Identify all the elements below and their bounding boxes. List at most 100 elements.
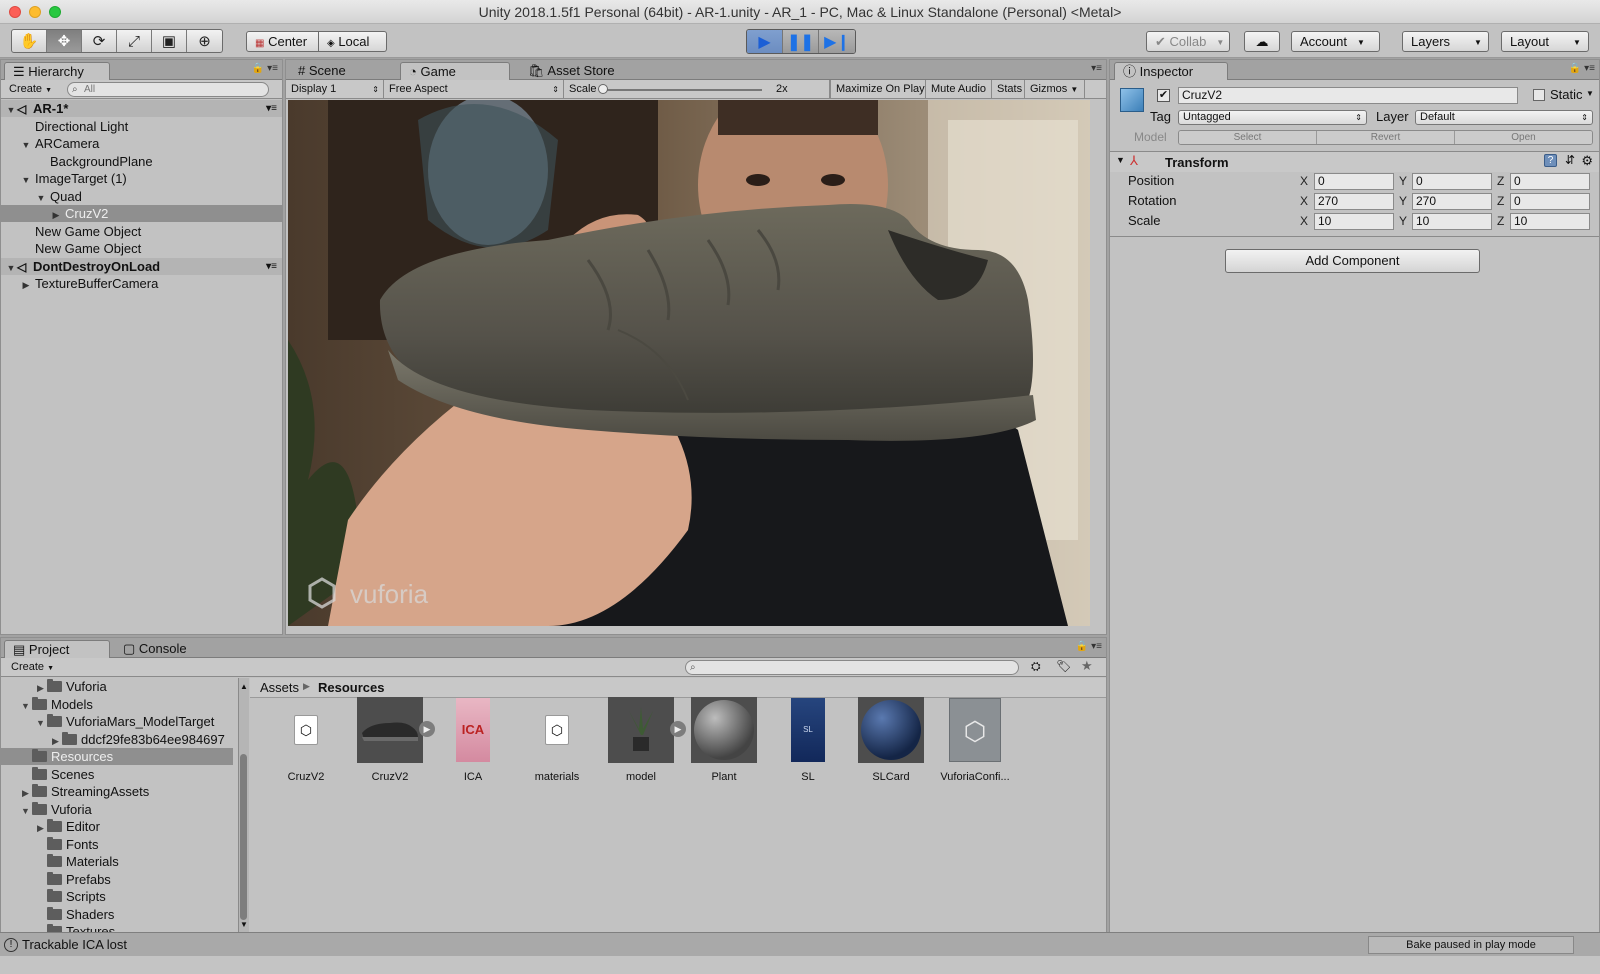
asset-tile[interactable]: SLCard xyxy=(850,697,932,783)
fold-triangle-icon[interactable]: ▼ xyxy=(5,102,17,119)
asset-tile[interactable]: ⬡ materials xyxy=(516,697,598,783)
expand-triangle-icon[interactable]: ▶ xyxy=(50,207,62,224)
scale-z-field[interactable]: 10 xyxy=(1510,213,1590,230)
fold-triangle-icon[interactable]: ▼ xyxy=(20,172,32,189)
active-checkbox[interactable]: ✔ xyxy=(1157,89,1170,102)
scale-slider-thumb[interactable] xyxy=(598,84,608,94)
project-folder-row[interactable]: Shaders xyxy=(1,906,233,923)
tab-hierarchy[interactable]: ☰ Hierarchy xyxy=(4,62,110,80)
project-folder-row[interactable]: Prefabs xyxy=(1,871,233,888)
hierarchy-scene-row[interactable]: ▼ ◁ DontDestroyOnLoad ▾≡ xyxy=(1,257,282,275)
project-folder-row[interactable]: Resources xyxy=(1,748,233,765)
cloud-button[interactable]: ☁ xyxy=(1244,31,1280,52)
play-button[interactable]: ▶ xyxy=(747,30,783,53)
breadcrumb-assets[interactable]: Assets xyxy=(260,680,299,695)
model-revert-button[interactable]: Revert xyxy=(1317,131,1455,144)
game-view-render[interactable]: vuforia xyxy=(288,100,1090,626)
filter-type-icon[interactable]: ⛭ xyxy=(1031,659,1041,674)
tag-icon[interactable]: 🏷 xyxy=(1056,659,1071,673)
scale-slider-track[interactable] xyxy=(602,89,762,91)
breadcrumb-resources[interactable]: Resources xyxy=(318,680,384,695)
tab-asset-store[interactable]: 🛍 Asset Store xyxy=(520,62,630,80)
position-z-field[interactable]: 0 xyxy=(1510,173,1590,190)
scroll-up-icon[interactable]: ▲ xyxy=(240,682,248,691)
hand-tool-button[interactable]: ✋ xyxy=(12,30,47,52)
project-folder-row[interactable]: Fonts xyxy=(1,836,233,853)
hierarchy-search-input[interactable]: ⌕ All xyxy=(67,82,269,97)
hierarchy-row[interactable]: BackgroundPlane xyxy=(1,153,282,170)
collab-dropdown[interactable]: ✔ Collab ▼ xyxy=(1146,31,1230,52)
tab-scene[interactable]: # Scene xyxy=(290,62,390,80)
transform-header[interactable]: ▼ ⅄ Transform ? ⇵ ⚙ xyxy=(1110,152,1599,172)
expand-triangle-icon[interactable]: ▶ xyxy=(19,785,32,802)
rotation-y-field[interactable]: 270 xyxy=(1412,193,1492,210)
model-select-button[interactable]: Select xyxy=(1179,131,1317,144)
hierarchy-row[interactable]: Directional Light xyxy=(1,118,282,135)
project-folder-row[interactable]: ▼ Vuforia xyxy=(1,801,233,818)
project-folder-row[interactable]: Scripts xyxy=(1,888,233,905)
scale-tool-button[interactable]: ⤢ xyxy=(117,30,152,52)
window-close-button[interactable] xyxy=(9,6,21,18)
position-y-field[interactable]: 0 xyxy=(1412,173,1492,190)
project-folder-row[interactable]: ▼ VuforiaMars_ModelTarget xyxy=(1,713,233,730)
window-minimize-button[interactable] xyxy=(29,6,41,18)
tree-scrollbar-thumb[interactable] xyxy=(240,754,247,920)
tree-scrollbar[interactable]: ▲ ▼ xyxy=(238,678,249,934)
transform-tool-button[interactable]: ⊕ xyxy=(187,30,222,52)
project-create-dropdown[interactable]: Create ▼ xyxy=(7,660,58,675)
static-checkbox[interactable] xyxy=(1533,89,1545,101)
fold-triangle-icon[interactable]: ▼ xyxy=(20,137,32,154)
asset-tile[interactable]: ⬡ CruzV2 xyxy=(265,697,347,783)
step-button[interactable]: ▶❙ xyxy=(819,30,855,53)
asset-tile[interactable]: ⬡ VuforiaConfi... xyxy=(934,697,1016,783)
expand-triangle-icon[interactable]: ▶ xyxy=(34,820,47,837)
tag-dropdown[interactable]: Untagged ⇕ xyxy=(1178,110,1367,125)
mute-audio-toggle[interactable]: Mute Audio xyxy=(926,80,992,99)
hierarchy-create-dropdown[interactable]: Create ▼ xyxy=(5,82,56,97)
asset-tile[interactable]: Plant xyxy=(683,697,765,783)
tab-project[interactable]: ▤ Project xyxy=(4,640,110,658)
fold-triangle-icon[interactable]: ▼ xyxy=(35,190,47,207)
preset-icon[interactable]: ⇵ xyxy=(1565,153,1575,167)
move-tool-button[interactable]: ✥ xyxy=(47,30,82,52)
asset-tile[interactable]: SL SL xyxy=(767,697,849,783)
stats-toggle[interactable]: Stats xyxy=(992,80,1025,99)
hierarchy-row[interactable]: New Game Object xyxy=(1,240,282,257)
asset-tile[interactable]: ▶ model xyxy=(600,697,686,783)
chevron-down-icon[interactable]: ▼ xyxy=(1586,89,1594,98)
aspect-dropdown[interactable]: Free Aspect ⇕ xyxy=(384,80,564,99)
scale-y-field[interactable]: 10 xyxy=(1412,213,1492,230)
fold-triangle-icon[interactable]: ▼ xyxy=(34,715,47,732)
rotation-z-field[interactable]: 0 xyxy=(1510,193,1590,210)
add-component-button[interactable]: Add Component xyxy=(1225,249,1480,273)
project-search-input[interactable]: ⌕ xyxy=(685,660,1019,675)
pivot-local-button[interactable]: ◈ Local xyxy=(319,31,387,52)
panel-menu-icon[interactable]: 🔒 ▾≡ xyxy=(1569,63,1595,74)
hierarchy-row[interactable]: ▶ TextureBufferCamera xyxy=(1,275,282,292)
expand-triangle-icon[interactable]: ▶ xyxy=(20,277,32,294)
hierarchy-row[interactable]: ▼ ImageTarget (1) xyxy=(1,170,282,187)
maximize-on-play-toggle[interactable]: Maximize On Play xyxy=(830,80,926,99)
panel-menu-icon[interactable]: 🔒 ▾≡ xyxy=(1076,641,1102,652)
project-folder-row[interactable]: ▼ Models xyxy=(1,696,233,713)
fold-triangle-icon[interactable]: ▼ xyxy=(19,803,32,820)
model-open-button[interactable]: Open xyxy=(1455,131,1592,144)
position-x-field[interactable]: 0 xyxy=(1314,173,1394,190)
scale-x-field[interactable]: 10 xyxy=(1314,213,1394,230)
pause-button[interactable]: ❚❚ xyxy=(783,30,819,53)
hierarchy-row[interactable]: ▶ CruzV2 xyxy=(1,205,282,222)
panel-menu-icon[interactable]: 🔒 ▾≡ xyxy=(252,63,278,74)
rotation-x-field[interactable]: 270 xyxy=(1314,193,1394,210)
project-folder-row[interactable]: Materials xyxy=(1,853,233,870)
hierarchy-row[interactable]: ▼ ARCamera xyxy=(1,135,282,152)
project-folder-row[interactable]: ▶ Editor xyxy=(1,818,233,835)
help-book-icon[interactable]: ? xyxy=(1544,154,1557,167)
gizmos-toggle[interactable]: Gizmos ▼ xyxy=(1025,80,1085,99)
tab-console[interactable]: ▢ Console xyxy=(115,640,215,658)
hierarchy-scene-row[interactable]: ▼ ◁ AR-1* ▾≡ xyxy=(1,100,282,117)
hierarchy-row[interactable]: New Game Object xyxy=(1,223,282,240)
project-folder-row[interactable]: ▶ ddcf29fe83b64ee984697 xyxy=(1,731,233,748)
panel-menu-icon[interactable]: ▾≡ xyxy=(1091,63,1102,74)
layout-dropdown[interactable]: Layout ▼ xyxy=(1501,31,1589,52)
pivot-center-button[interactable]: ▦ Center xyxy=(246,31,319,52)
